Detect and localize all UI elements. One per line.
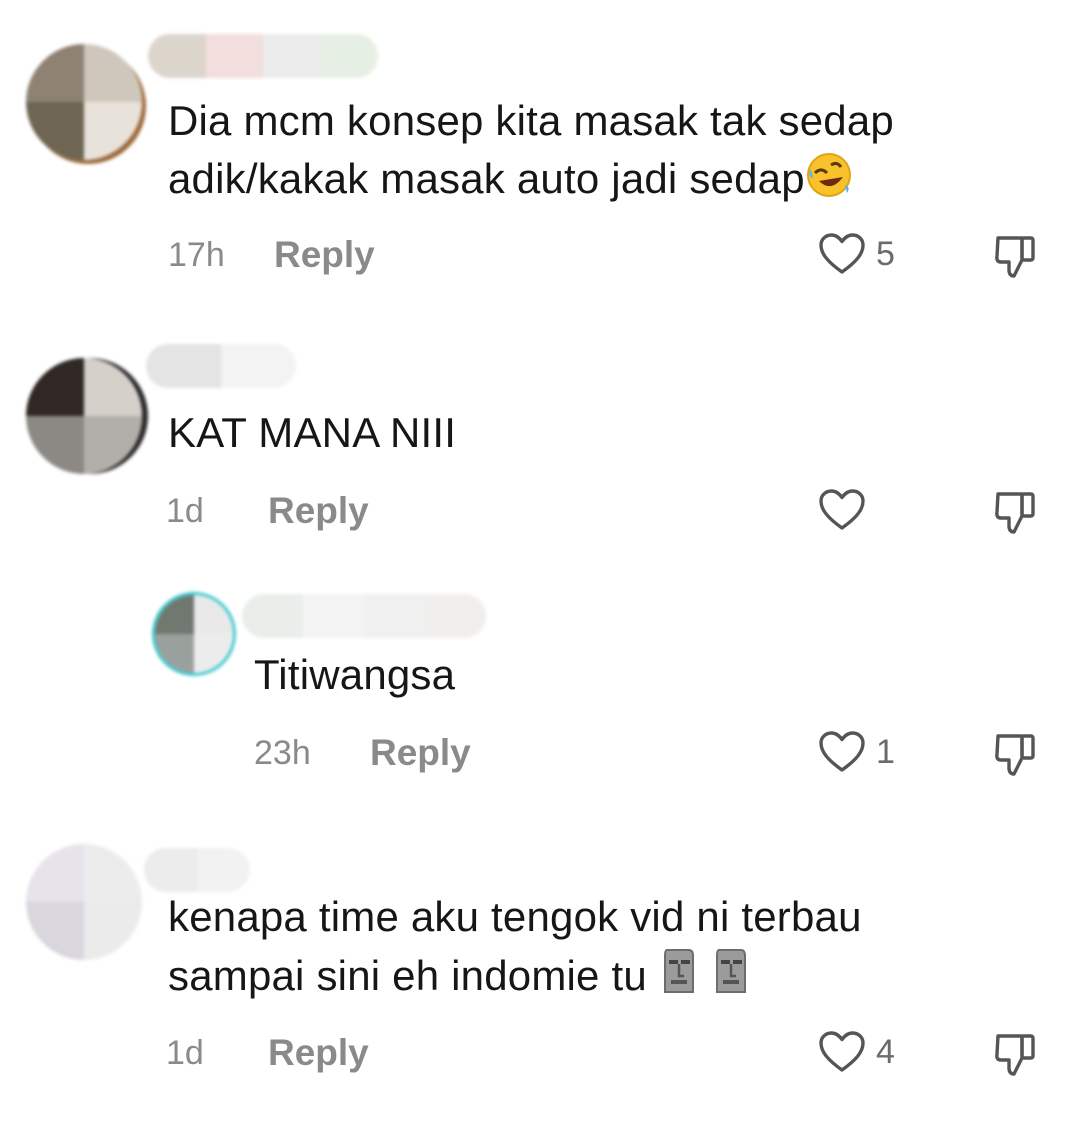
avatar[interactable] (26, 44, 142, 160)
moai-emoji (659, 946, 699, 1011)
username-redacted[interactable] (148, 34, 378, 78)
rolling-laughing-emoji (805, 151, 853, 214)
reply-button[interactable]: Reply (268, 490, 369, 532)
dislike-icon[interactable] (992, 730, 1040, 778)
moai-emoji (711, 946, 751, 1011)
like-count: 4 (876, 1032, 895, 1071)
heart-icon (819, 731, 865, 772)
heart-icon (819, 1031, 865, 1072)
username-redacted[interactable] (146, 344, 296, 388)
avatar[interactable] (26, 844, 142, 960)
comment-text: Dia mcm konsep kita masak tak sedap adik… (168, 92, 894, 214)
comment-time: 23h (254, 734, 311, 772)
comment-text: Titiwangsa (254, 651, 456, 698)
like-count: 1 (876, 732, 895, 771)
like-button[interactable] (818, 488, 876, 532)
dislike-icon[interactable] (992, 1030, 1040, 1078)
avatar[interactable] (152, 592, 236, 676)
like-button[interactable]: 5 (818, 232, 895, 276)
comment-text: KAT MANA NIII (168, 409, 457, 456)
reply-button[interactable]: Reply (370, 732, 471, 774)
reply-button[interactable]: Reply (268, 1032, 369, 1074)
comment-text: kenapa time aku tengok vid ni terbau sam… (168, 888, 862, 1011)
comment-time: 1d (166, 492, 204, 530)
comment-time: 17h (168, 236, 225, 274)
dislike-icon[interactable] (992, 232, 1040, 280)
username-redacted[interactable] (242, 594, 486, 638)
like-count: 5 (876, 234, 895, 273)
like-button[interactable]: 4 (818, 1030, 895, 1074)
reply-button[interactable]: Reply (274, 234, 375, 276)
comment-time: 1d (166, 1034, 204, 1072)
like-button[interactable]: 1 (818, 730, 895, 774)
dislike-icon[interactable] (992, 488, 1040, 536)
heart-icon (819, 233, 865, 274)
heart-icon (819, 489, 865, 530)
username-redacted[interactable] (144, 848, 250, 892)
avatar[interactable] (26, 358, 142, 474)
